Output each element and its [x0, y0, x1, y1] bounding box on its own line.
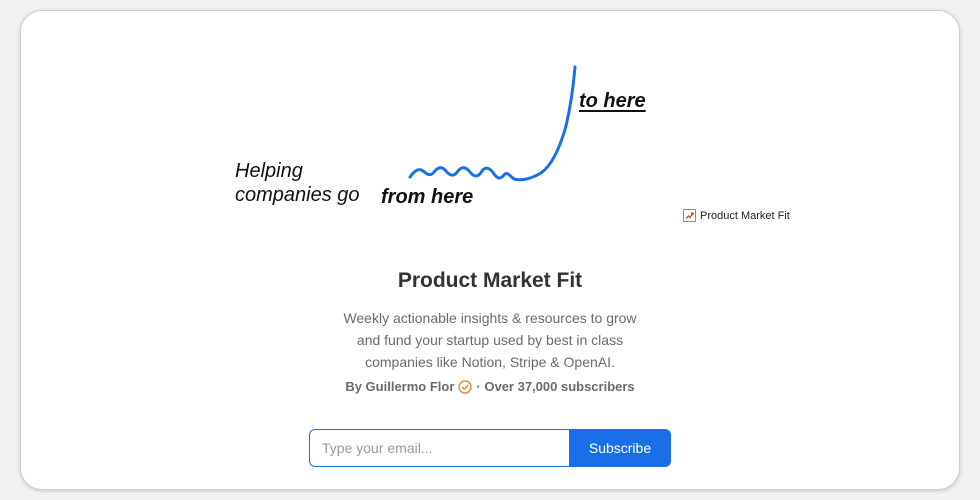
hero-tagline-line2: companies go: [235, 184, 360, 206]
hero-tagline-line1: Helping: [235, 160, 303, 182]
publication-title: Product Market Fit: [397, 269, 583, 292]
chart-icon: [683, 209, 696, 222]
subscribe-form: Subscribe: [309, 429, 671, 467]
subscribe-button[interactable]: Subscribe: [569, 429, 671, 467]
hero-tagline: Helping companies go: [235, 159, 360, 207]
hero-to-here: to here: [579, 90, 646, 112]
brand-tag: Product Market Fit: [683, 209, 790, 222]
hero-from-here: from here: [381, 186, 474, 208]
subscriber-count: · Over 37,000 subscribers: [476, 379, 635, 394]
brand-tag-label: Product Market Fit: [700, 209, 790, 222]
publication-description: Weekly actionable insights & resources t…: [343, 310, 637, 370]
author-name[interactable]: By Guillermo Flor: [345, 379, 454, 394]
growth-curve: [408, 65, 577, 182]
email-input[interactable]: [309, 429, 569, 467]
hero-illustration: Helping companies go from here to here: [21, 11, 959, 241]
subscribe-card: Helping companies go from here to here P…: [20, 10, 960, 490]
verified-badge-icon: [458, 379, 473, 394]
byline: By Guillermo Flor · Over 37,000 subscrib…: [21, 379, 959, 394]
